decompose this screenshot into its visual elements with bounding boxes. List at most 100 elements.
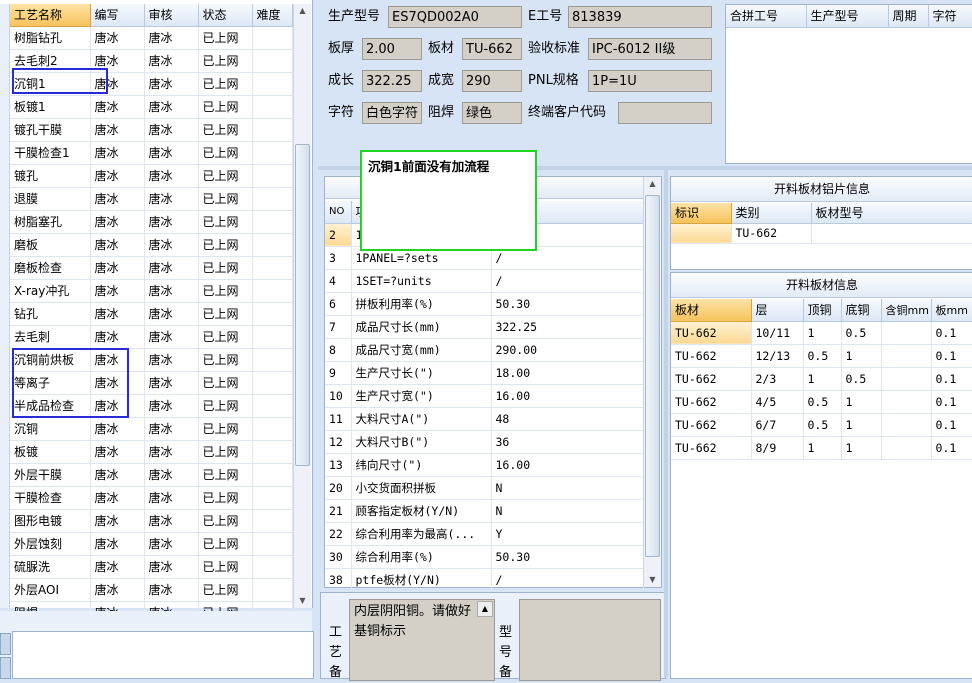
process-row[interactable]: 外层蚀刻 唐冰 唐冰 已上网 bbox=[10, 532, 293, 556]
author-cell: 唐冰 bbox=[90, 164, 145, 188]
width-field[interactable]: 290 bbox=[462, 70, 522, 92]
col-header-foil-type[interactable]: 类别 bbox=[731, 203, 812, 224]
process-row[interactable]: 硫脲洗 唐冰 唐冰 已上网 bbox=[10, 555, 293, 579]
process-row[interactable]: 外层AOI 唐冰 唐冰 已上网 bbox=[10, 578, 293, 602]
col-header-mat-cu[interactable]: 含铜mm bbox=[881, 299, 932, 322]
standard-field[interactable]: IPC-6012 II级 bbox=[588, 38, 712, 60]
process-row[interactable]: 磨板 唐冰 唐冰 已上网 bbox=[10, 233, 293, 257]
process-row[interactable]: 镀孔 唐冰 唐冰 已上网 bbox=[10, 164, 293, 188]
process-row[interactable]: 钻孔 唐冰 唐冰 已上网 bbox=[10, 302, 293, 326]
col-header-mat-layer[interactable]: 层 bbox=[751, 299, 804, 322]
status-cell: 已上网 bbox=[198, 325, 253, 349]
material-row[interactable]: TU-662 12/13 0.5 1 0.1 bbox=[671, 344, 972, 368]
process-row[interactable]: 沉铜 唐冰 唐冰 已上网 bbox=[10, 417, 293, 441]
process-row[interactable]: 去毛刺 唐冰 唐冰 已上网 bbox=[10, 325, 293, 349]
model-field[interactable]: ES7QD002A0 bbox=[388, 6, 522, 28]
material-row[interactable]: TU-662 2/3 1 0.5 0.1 bbox=[671, 367, 972, 391]
length-field[interactable]: 322.25 bbox=[362, 70, 422, 92]
col-header-combine-char[interactable]: 字符 bbox=[928, 5, 972, 28]
process-note-scroll-up[interactable]: ▲ bbox=[477, 601, 493, 617]
col-header-process-name[interactable]: 工艺名称 bbox=[10, 4, 91, 27]
col-header-difficulty[interactable]: 难度 bbox=[252, 4, 293, 27]
param-row[interactable]: 11 大料尺寸A(") 48 bbox=[325, 407, 644, 431]
difficulty-cell bbox=[252, 348, 293, 372]
process-row[interactable]: 磨板检查 唐冰 唐冰 已上网 bbox=[10, 256, 293, 280]
col-header-foil-mark[interactable]: 标识 bbox=[671, 203, 732, 224]
col-header-combine-model[interactable]: 生产型号 bbox=[806, 5, 889, 28]
material-row[interactable]: TU-662 4/5 0.5 1 0.1 bbox=[671, 390, 972, 414]
param-name-cell: 大料尺寸A(") bbox=[351, 407, 492, 431]
eno-field[interactable]: 813839 bbox=[568, 6, 712, 28]
material-field[interactable]: TU-662 bbox=[462, 38, 522, 60]
col-header-reviewer[interactable]: 审核 bbox=[144, 4, 199, 27]
scroll-down-arrow[interactable]: ▼ bbox=[294, 594, 311, 608]
char-field[interactable]: 白色字符 bbox=[362, 102, 422, 124]
reviewer-cell: 唐冰 bbox=[144, 233, 199, 257]
mask-field[interactable]: 绿色 bbox=[462, 102, 522, 124]
thickness-field[interactable]: 2.00 bbox=[362, 38, 422, 60]
process-note-label: 工艺备 bbox=[329, 625, 343, 680]
param-row[interactable]: 21 顾客指定板材(Y/N) N bbox=[325, 499, 644, 523]
scroll-thumb[interactable] bbox=[295, 144, 310, 466]
author-cell: 唐冰 bbox=[90, 279, 145, 303]
param-row[interactable]: 30 综合利用率(%) 50.30 bbox=[325, 545, 644, 569]
material-row[interactable]: TU-662 10/11 1 0.5 0.1 bbox=[671, 321, 972, 345]
param-row[interactable]: 8 成品尺寸宽(mm) 290.00 bbox=[325, 338, 644, 362]
process-row[interactable]: 板镀 唐冰 唐冰 已上网 bbox=[10, 440, 293, 464]
pnl-field[interactable]: 1P=1U bbox=[588, 70, 712, 92]
process-row[interactable]: 镀孔干膜 唐冰 唐冰 已上网 bbox=[10, 118, 293, 142]
left-edge-tab2[interactable] bbox=[0, 657, 11, 679]
scroll-up-arrow[interactable]: ▲ bbox=[294, 4, 311, 18]
difficulty-cell bbox=[252, 371, 293, 395]
params-scrollbar[interactable]: ▲ ▼ bbox=[643, 177, 661, 587]
customer-code-field[interactable] bbox=[618, 102, 712, 124]
process-name-cell: 硫脲洗 bbox=[10, 555, 91, 579]
col-header-no[interactable]: NO bbox=[325, 201, 352, 224]
param-row[interactable]: 9 生产尺寸长(") 18.00 bbox=[325, 361, 644, 385]
param-row[interactable]: 7 成品尺寸长(mm) 322.25 bbox=[325, 315, 644, 339]
process-row[interactable]: 干膜检查 唐冰 唐冰 已上网 bbox=[10, 486, 293, 510]
col-header-mat-board[interactable]: 板材 bbox=[671, 299, 752, 322]
param-row[interactable]: 10 生产尺寸宽(") 16.00 bbox=[325, 384, 644, 408]
col-header-status[interactable]: 状态 bbox=[198, 4, 253, 27]
process-row[interactable]: 干膜检查1 唐冰 唐冰 已上网 bbox=[10, 141, 293, 165]
col-header-combine-eno[interactable]: 合拼工号 bbox=[726, 5, 807, 28]
param-row[interactable]: 38 ptfe板材(Y/N) / bbox=[325, 568, 644, 592]
vertical-splitter[interactable] bbox=[664, 170, 668, 677]
process-row[interactable]: 树脂钻孔 唐冰 唐冰 已上网 bbox=[10, 26, 293, 50]
mat-bottom-cell: 1 bbox=[841, 436, 882, 460]
process-row[interactable]: 板镀1 唐冰 唐冰 已上网 bbox=[10, 95, 293, 119]
process-list-scrollbar[interactable]: ▲ ▼ bbox=[293, 4, 311, 608]
col-header-author[interactable]: 编写 bbox=[90, 4, 145, 27]
process-note-box[interactable]: 内层阴阳铜。请做好基铜标示 ▲ bbox=[349, 599, 495, 681]
col-header-mat-top[interactable]: 顶铜 bbox=[803, 299, 842, 322]
col-header-foil-model[interactable]: 板材型号 bbox=[811, 203, 972, 224]
material-row[interactable]: TU-662 6/7 0.5 1 0.1 bbox=[671, 413, 972, 437]
param-row[interactable]: 12 大料尺寸B(") 36 bbox=[325, 430, 644, 454]
col-header-mat-thick[interactable]: 板mm bbox=[931, 299, 972, 322]
params-scroll-down[interactable]: ▼ bbox=[644, 573, 661, 587]
model-note-box[interactable] bbox=[519, 599, 661, 681]
col-header-combine-period[interactable]: 周期 bbox=[888, 5, 929, 28]
param-no-cell: 3 bbox=[325, 246, 352, 270]
param-row[interactable]: 6 拼板利用率(%) 50.30 bbox=[325, 292, 644, 316]
param-row[interactable]: 13 纬向尺寸(") 16.00 bbox=[325, 453, 644, 477]
param-name-cell: 小交货面积拼板 bbox=[351, 476, 492, 500]
param-row[interactable]: 20 小交货面积拼板 N bbox=[325, 476, 644, 500]
process-row[interactable]: 退膜 唐冰 唐冰 已上网 bbox=[10, 187, 293, 211]
params-scroll-up[interactable]: ▲ bbox=[644, 177, 661, 191]
left-bottom-box[interactable] bbox=[12, 631, 314, 679]
process-row[interactable]: X-ray冲孔 唐冰 唐冰 已上网 bbox=[10, 279, 293, 303]
process-row[interactable]: 外层干膜 唐冰 唐冰 已上网 bbox=[10, 463, 293, 487]
param-row[interactable]: 4 1SET=?units / bbox=[325, 269, 644, 293]
process-row[interactable]: 图形电镀 唐冰 唐冰 已上网 bbox=[10, 509, 293, 533]
process-row[interactable]: 树脂塞孔 唐冰 唐冰 已上网 bbox=[10, 210, 293, 234]
param-row[interactable]: 22 综合利用率为最高(... Y bbox=[325, 522, 644, 546]
process-name-cell: 外层蚀刻 bbox=[10, 532, 91, 556]
col-header-mat-bottom[interactable]: 底铜 bbox=[841, 299, 882, 322]
material-row[interactable]: TU-662 8/9 1 1 0.1 bbox=[671, 436, 972, 460]
foil-row[interactable]: TU-662 bbox=[671, 223, 972, 244]
mat-layer-cell: 10/11 bbox=[751, 321, 804, 345]
left-edge-tab[interactable] bbox=[0, 633, 11, 655]
params-scroll-thumb[interactable] bbox=[645, 195, 660, 557]
